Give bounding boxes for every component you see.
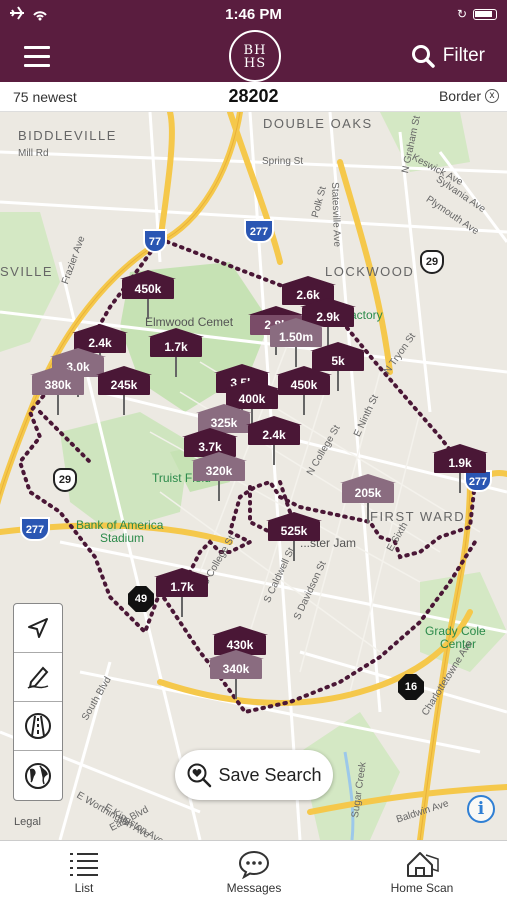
- bottom-tab-bar: List Messages Home Scan: [0, 840, 507, 900]
- save-search-label: Save Search: [218, 764, 322, 785]
- border-label: Border: [438, 88, 481, 104]
- tab-home-scan-label: Home Scan: [390, 881, 454, 895]
- zip-code: 28202: [228, 86, 279, 106]
- list-icon: [24, 847, 144, 881]
- us-29-shield-west: 29: [53, 468, 77, 492]
- listing-pin[interactable]: 320k: [191, 452, 247, 504]
- map-label-sville: SVILLE: [0, 264, 54, 279]
- listing-pin[interactable]: 1.7k: [154, 568, 210, 620]
- map-label-lockwood: LOCKWOOD: [325, 264, 415, 279]
- map-label-boa: Bank of America: [76, 518, 164, 532]
- tab-messages[interactable]: Messages: [194, 847, 314, 895]
- listing-pin[interactable]: 340k: [208, 650, 264, 702]
- interstate-277-shield-west: 277: [20, 517, 50, 541]
- hamburger-menu-icon[interactable]: [24, 42, 52, 68]
- navigation-arrow-icon[interactable]: [14, 604, 62, 653]
- map-label-spring: Spring St: [262, 156, 304, 167]
- status-time: 1:46 PM: [225, 6, 282, 23]
- house-scan-icon: [362, 847, 482, 881]
- legal-link[interactable]: Legal: [14, 816, 41, 828]
- globe-icon[interactable]: [14, 751, 62, 800]
- app-root: 1:46 PM ↻ BH HS Filter 75 newest 28202 B…: [0, 0, 507, 900]
- filter-label: Filter: [442, 45, 485, 66]
- draw-pencil-icon[interactable]: [14, 653, 62, 702]
- tab-list-label: List: [74, 881, 94, 895]
- map-tools-panel: [13, 603, 63, 801]
- battery-icon: ↻: [457, 6, 497, 21]
- interstate-277-shield-north: 277: [244, 219, 274, 243]
- brand-logo: BH HS: [229, 30, 281, 82]
- listing-pin[interactable]: 245k: [96, 366, 152, 418]
- listing-pin[interactable]: 2.4k: [246, 416, 302, 468]
- tab-list[interactable]: List: [24, 847, 144, 895]
- nc-49-shield: 49: [128, 586, 154, 612]
- us-29-shield: 29: [420, 250, 444, 274]
- nc-16-shield: 16: [398, 674, 424, 700]
- interstate-77-shield: 77: [143, 229, 167, 253]
- map-label-grady1: Grady Cole: [425, 624, 486, 638]
- map-view[interactable]: BIDDLEVILLE DOUBLE OAKS LOCKWOOD FIRST W…: [0, 112, 507, 840]
- close-border-icon[interactable]: x: [485, 89, 499, 103]
- map-label-stadium: Stadium: [100, 531, 145, 545]
- tab-home-scan[interactable]: Home Scan: [362, 847, 482, 895]
- listing-pin[interactable]: 450k: [276, 366, 332, 418]
- results-info-bar: 75 newest 28202 Border x: [0, 82, 507, 112]
- heart-search-icon: [187, 763, 212, 788]
- listing-pin[interactable]: 380k: [30, 366, 86, 418]
- info-icon[interactable]: i: [467, 795, 495, 823]
- border-toggle[interactable]: Border x: [439, 88, 499, 104]
- tab-messages-label: Messages: [226, 881, 282, 895]
- listing-pin[interactable]: 205k: [340, 474, 396, 526]
- chat-bubble-icon: [194, 847, 314, 881]
- status-bar: 1:46 PM ↻: [0, 0, 507, 30]
- app-header: BH HS Filter: [0, 30, 507, 82]
- filter-button[interactable]: Filter: [411, 42, 485, 70]
- listing-pin[interactable]: 525k: [266, 512, 322, 564]
- map-label-statesville: Statesville Ave: [329, 182, 343, 248]
- save-search-button[interactable]: Save Search: [175, 750, 333, 800]
- road-icon[interactable]: [14, 702, 62, 751]
- map-label-double-oaks: DOUBLE OAKS: [263, 116, 373, 131]
- listing-pin[interactable]: 450k: [120, 270, 176, 322]
- listing-pin[interactable]: 1.9k: [432, 444, 488, 496]
- search-icon: [411, 45, 435, 68]
- listing-pin[interactable]: 1.7k: [148, 328, 204, 380]
- logo-line-2: HS: [243, 56, 267, 71]
- map-label-mill: Mill Rd: [18, 148, 49, 159]
- map-label-biddleville: BIDDLEVILLE: [18, 128, 117, 143]
